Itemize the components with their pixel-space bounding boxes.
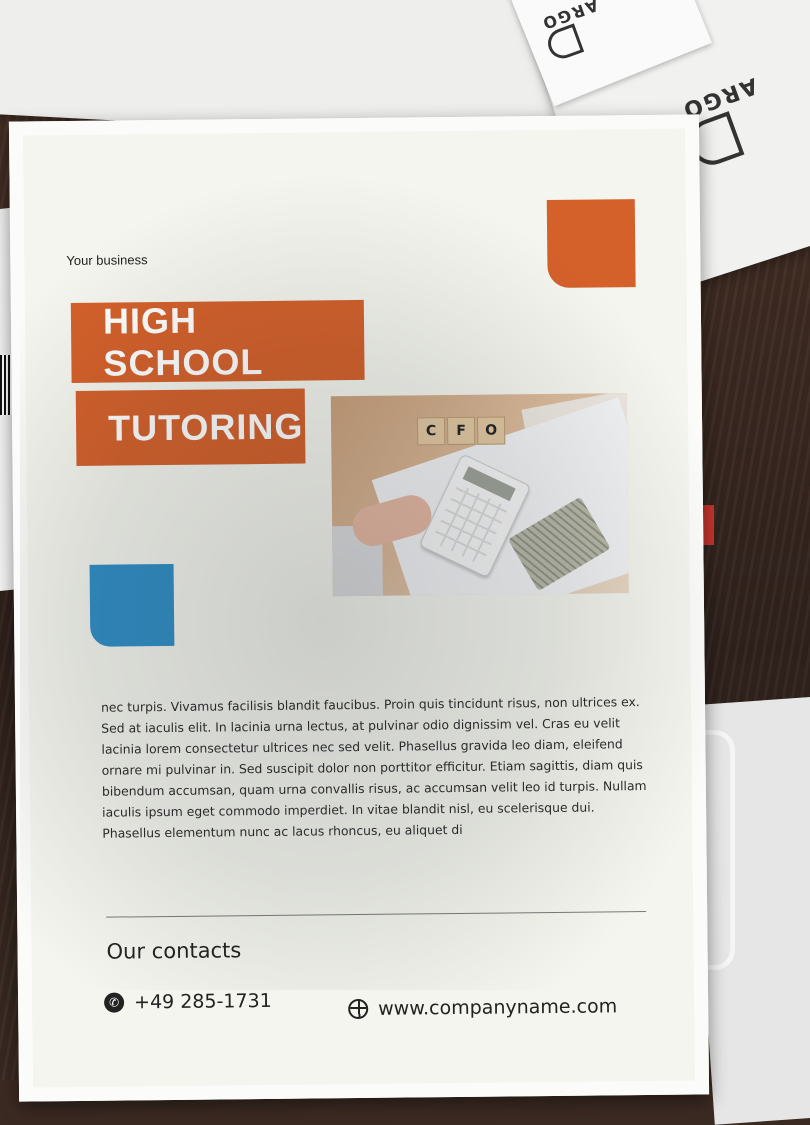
phone-number: +49 285-1731 [134, 989, 272, 1014]
globe-icon [348, 998, 369, 1020]
website-url: www.companyname.com [378, 995, 618, 1020]
photo-calculator: C F O [330, 393, 629, 597]
divider [106, 911, 647, 918]
phone-contact: ✆ +49 285-1731 [104, 990, 272, 1014]
blue-accent-square [89, 563, 175, 647]
body-text: nec turpis. Vivamus facilisis blandit fa… [100, 694, 647, 841]
website-contact: www.companyname.com [348, 995, 617, 1020]
letter-tile: F [447, 416, 476, 446]
contacts-heading: Our contacts [106, 938, 242, 964]
letter-tiles: C F O [417, 416, 506, 446]
title-line-2: TUTORING [75, 388, 306, 466]
brand-label: Your business [66, 252, 148, 269]
phone-icon: ✆ [104, 992, 125, 1013]
title-line-1: HIGH SCHOOL [70, 300, 365, 384]
letter-tile: C [417, 417, 446, 446]
orange-accent-square [546, 199, 636, 289]
letter-tile: O [477, 416, 506, 445]
flyer: Your business HIGH SCHOOL TUTORING C F O… [8, 114, 710, 1102]
